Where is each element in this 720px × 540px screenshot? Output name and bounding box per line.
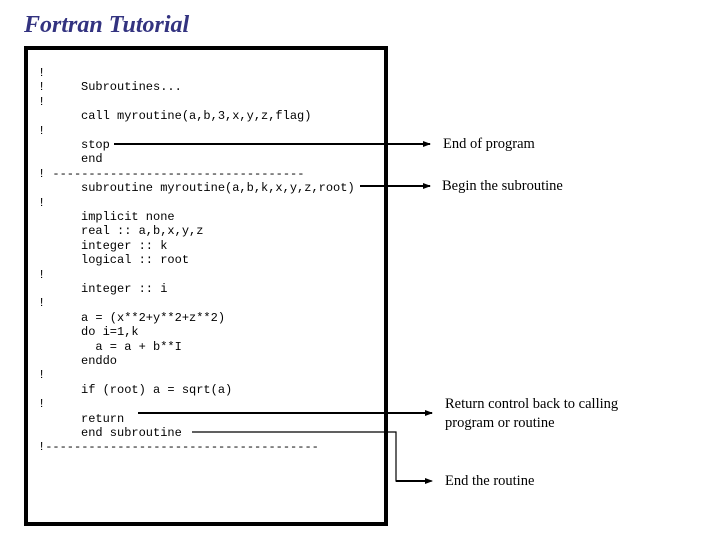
code-statement: a = a + b**I <box>81 339 182 354</box>
note-begin-subroutine: Begin the subroutine <box>442 178 563 194</box>
comment-marker: ! <box>38 80 46 95</box>
comment-marker: ! ----------------------------------- <box>38 166 305 181</box>
code-statement: logical :: root <box>81 253 190 268</box>
comment-marker: ! <box>38 296 46 311</box>
code-statement: a = (x**2+y**2+z**2) <box>81 310 226 325</box>
note-end-of-program: End of program <box>443 136 535 152</box>
code-statement: call myroutine(a,b,3,x,y,z,flag) <box>81 109 312 124</box>
note-end-routine: End the routine <box>445 473 535 489</box>
code-statement: enddo <box>81 354 118 368</box>
code-statement: stop <box>81 138 110 152</box>
code-statement: implicit none <box>81 210 175 224</box>
code-statement: subroutine myroutine(a,b,k,x,y,z,root) <box>81 181 355 196</box>
code-statement: do i=1,k <box>81 325 139 340</box>
comment-marker: ! <box>38 66 46 80</box>
comment-marker: ! <box>38 397 46 412</box>
comment-marker: ! <box>38 267 46 282</box>
page-title: Fortran Tutorial <box>24 12 190 38</box>
code-statement: return <box>81 411 125 426</box>
comment-marker: ! <box>38 195 46 210</box>
comment-marker: ! <box>38 94 46 109</box>
code-statement: integer :: i <box>81 282 168 296</box>
note-return-control: Return control back to calling program o… <box>445 396 619 431</box>
code-statement: end <box>81 152 103 167</box>
code-statement: end subroutine <box>81 426 182 440</box>
code-statement: integer :: k <box>81 238 168 253</box>
comment-marker: ! <box>38 123 46 138</box>
comment-marker: !-------------------------------------- <box>38 440 319 455</box>
code-statement: if (root) a = sqrt(a) <box>81 382 233 397</box>
code-statement: Subroutines... <box>81 80 182 95</box>
code-listing-box: !! Subroutines...! call myroutine(a,b,3,x,… <box>24 46 388 526</box>
code-statement: real :: a,b,x,y,z <box>81 224 204 239</box>
comment-marker: ! <box>38 368 46 383</box>
